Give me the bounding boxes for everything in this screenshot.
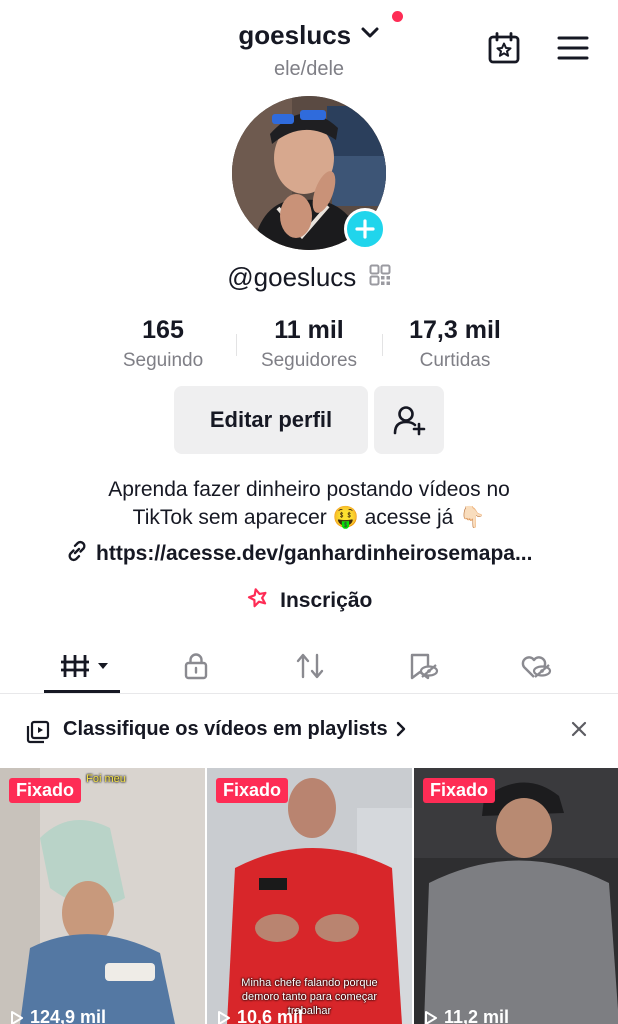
pinned-badge: Fixado [423, 778, 496, 803]
playlist-banner-text[interactable]: Classifique os vídeos em playlists [63, 718, 388, 741]
link-text[interactable]: https://acesse.dev/ganhardinheirosemapa.… [96, 542, 532, 566]
stat-value: 11 mil [274, 316, 344, 344]
stat-following[interactable]: 165 Seguindo [88, 316, 238, 372]
play-icon [425, 1010, 437, 1024]
profile-stats: 165 Seguindo 11 mil Seguidores 17,3 mil … [0, 316, 618, 376]
calendar-star-icon[interactable] [486, 30, 522, 66]
subscription-row[interactable]: Inscrição [0, 586, 618, 615]
play-icon [218, 1010, 230, 1024]
repost-icon[interactable] [290, 644, 330, 688]
view-count: 10,6 mil [217, 1007, 303, 1024]
video-grid: Foi meu Fixado 124,9 mil Minha chefe fal… [0, 768, 618, 1024]
video-thumbnail[interactable]: Minha chefe falando porque demoro tanto … [207, 768, 412, 1024]
video-overlay-text: Foi meu [86, 773, 126, 785]
qr-code-icon[interactable] [369, 264, 391, 291]
view-count: 11,2 mil [424, 1007, 509, 1024]
profile-handle: @goeslucs [227, 262, 357, 292]
bio-line: TikTok sem aparecer 🤑 acesse já 👇🏻 [132, 506, 486, 529]
handle-row: @goeslucs [0, 262, 618, 293]
username[interactable]: goeslucs [238, 20, 351, 51]
stat-followers[interactable]: 11 mil Seguidores [234, 316, 384, 372]
liked-hidden-icon[interactable] [516, 644, 556, 688]
account-switcher[interactable]: goeslucs [0, 20, 618, 51]
stat-value: 165 [142, 316, 184, 344]
hamburger-menu-icon[interactable] [555, 30, 591, 66]
bio-line: Aprenda fazer dinheiro postando vídeos n… [108, 478, 510, 501]
stat-value: 17,3 mil [409, 316, 501, 344]
videos-grid-icon[interactable] [54, 644, 114, 688]
close-icon[interactable] [570, 720, 588, 743]
profile-tabs [0, 636, 618, 694]
profile-bio: Aprenda fazer dinheiro postando vídeos n… [40, 476, 578, 532]
plus-icon[interactable] [344, 208, 386, 250]
play-icon [11, 1010, 23, 1024]
chevron-down-icon[interactable] [360, 26, 380, 45]
link-icon [64, 538, 90, 570]
stat-label: Seguindo [122, 350, 204, 371]
video-thumbnail[interactable]: Fixado 11,2 mil [414, 768, 618, 1024]
profile-header: goeslucs ele/dele [0, 0, 618, 90]
playlist-banner[interactable]: Classifique os vídeos em playlists [0, 696, 618, 768]
view-count-text: 11,2 mil [444, 1007, 510, 1024]
pronouns: ele/dele [273, 58, 345, 80]
view-count: 124,9 mil [10, 1007, 106, 1024]
notification-dot [392, 11, 403, 22]
active-tab-indicator [44, 690, 120, 693]
avatar-container[interactable] [232, 96, 386, 250]
video-thumbnail[interactable]: Foi meu Fixado 124,9 mil [0, 768, 205, 1024]
subscription-label[interactable]: Inscrição [280, 589, 372, 613]
stat-label: Curtidas [419, 350, 491, 371]
pinned-badge: Fixado [9, 778, 82, 803]
pinned-badge: Fixado [216, 778, 289, 803]
view-count-text: 10,6 mil [237, 1007, 304, 1024]
lock-icon[interactable] [176, 644, 216, 688]
chevron-right-icon[interactable] [395, 721, 407, 742]
subscription-icon [246, 586, 270, 615]
saved-hidden-icon[interactable] [403, 644, 443, 688]
stat-label: Seguidores [260, 350, 358, 371]
add-user-icon[interactable] [374, 386, 444, 454]
view-count-text: 124,9 mil [30, 1007, 107, 1024]
edit-profile-button[interactable]: Editar perfil [174, 386, 368, 454]
playlist-icon [26, 720, 50, 749]
bio-link[interactable]: https://acesse.dev/ganhardinheirosemapa.… [64, 538, 564, 570]
stat-likes[interactable]: 17,3 mil Curtidas [380, 316, 530, 372]
